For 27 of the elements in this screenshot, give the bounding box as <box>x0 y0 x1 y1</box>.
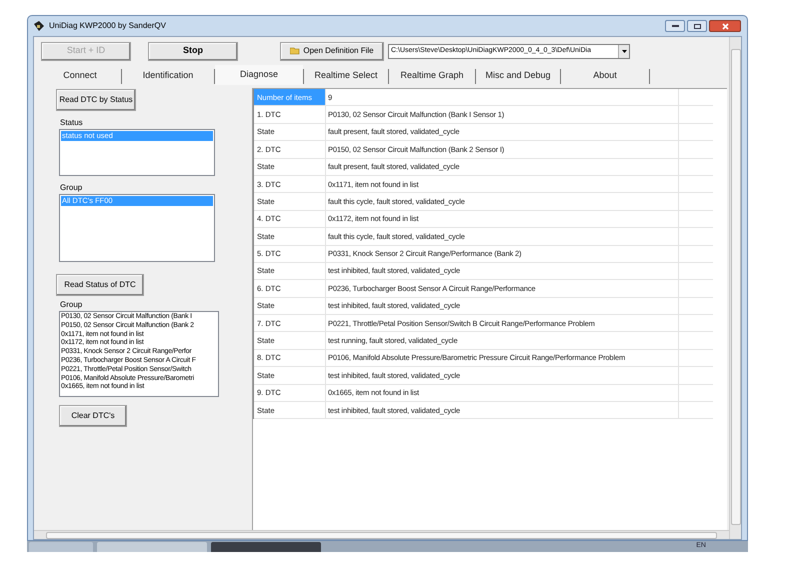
taskbar-button[interactable] <box>211 542 321 552</box>
vertical-scrollbar[interactable] <box>729 37 741 539</box>
horizontal-scrollbar[interactable] <box>34 530 729 539</box>
read-status-button[interactable]: Read Status of DTC <box>56 274 144 296</box>
tab[interactable]: Realtime Graph <box>389 66 475 86</box>
window-title: UniDiag KWP2000 by SanderQV <box>49 20 166 32</box>
tab[interactable]: About <box>561 66 649 86</box>
stop-button[interactable]: Stop <box>148 42 238 60</box>
tab[interactable]: Connect <box>39 66 121 86</box>
folder-icon <box>290 47 300 55</box>
tab[interactable]: Diagnose <box>215 64 303 84</box>
app-icon <box>33 20 45 32</box>
read-dtc-button[interactable]: Read DTC by Status <box>56 89 136 111</box>
clear-dtcs-button[interactable]: Clear DTC's <box>59 405 127 427</box>
dropdown-arrow-icon <box>622 50 626 52</box>
status-label: Status <box>60 117 84 129</box>
tab[interactable]: Realtime Select <box>304 66 388 86</box>
group-label: Group <box>60 299 84 311</box>
close-button[interactable] <box>709 20 741 32</box>
tab[interactable]: Misc and Debug <box>476 66 560 86</box>
list-box[interactable] <box>59 311 219 397</box>
maximize-button[interactable] <box>687 20 707 32</box>
group-label: Group <box>60 182 84 194</box>
close-icon <box>722 22 728 30</box>
open-file-button[interactable]: Open Definition File <box>280 42 384 60</box>
tab[interactable]: Identification <box>122 66 214 86</box>
minimize-button[interactable] <box>665 20 685 32</box>
